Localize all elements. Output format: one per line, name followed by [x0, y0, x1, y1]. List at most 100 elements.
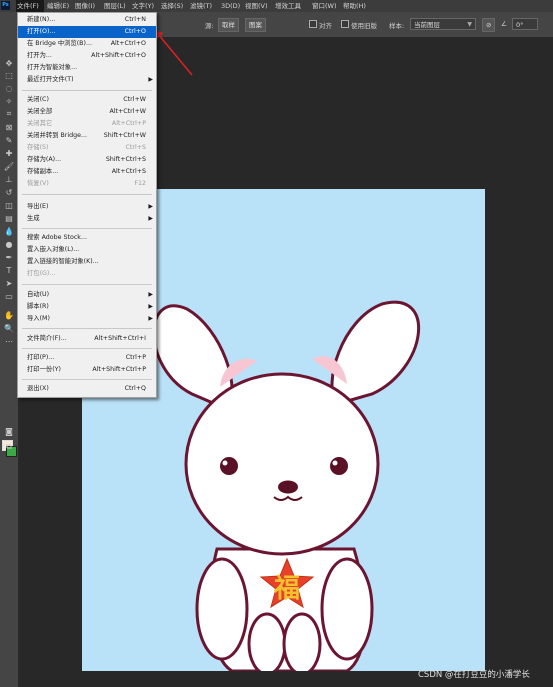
magic-wand-tool-icon[interactable]: ✧ [3, 95, 15, 107]
menu-item-file-info[interactable]: 文件简介(F)... Alt+Shift+Ctrl+I [18, 333, 156, 345]
screen-mode-icon[interactable]: ⧉ [3, 441, 15, 453]
quick-mask-icon[interactable]: ◙ [3, 425, 15, 437]
menu-item-package: 打包(G)... [27, 270, 56, 277]
menu-filter[interactable]: 滤镜(T) [190, 0, 212, 12]
menu-item-export[interactable]: 导出(E) ▶ [18, 201, 156, 213]
path-selection-tool-icon[interactable]: ➤ [3, 277, 15, 289]
rectangle-tool-icon[interactable]: ▭ [3, 290, 15, 302]
menu-item-close-others: 关闭其它 Alt+Ctrl+P [27, 120, 146, 127]
menu-item-search-stock[interactable]: 搜索 Adobe Stock... [18, 232, 156, 244]
menu-item-close-all[interactable]: 关闭全部 Alt+Ctrl+W [18, 106, 156, 118]
menu-plugins[interactable]: 增效工具 [275, 0, 301, 12]
hand-tool-icon[interactable]: ✋ [3, 309, 15, 321]
menu-item-print-one-copy[interactable]: 打印一份(Y) Alt+Shift+Ctrl+P [18, 364, 156, 376]
sample-label: 样本: [389, 22, 405, 30]
type-tool-icon[interactable]: T [3, 264, 15, 276]
angle-icon: ∠ [501, 20, 507, 28]
menu-file[interactable]: 文件(F) [16, 0, 44, 12]
zoom-tool-icon[interactable]: 🔍 [3, 322, 15, 334]
menu-item-open-smart-object[interactable]: 打开为智能对象... [18, 62, 156, 74]
right-leg [320, 557, 374, 661]
menu-separator [22, 284, 152, 285]
right-eye [330, 457, 348, 475]
menu-item-import[interactable]: 导入(M) ▶ [18, 313, 156, 325]
angle-value: 0° [516, 21, 524, 29]
submenu-arrow-icon: ▶ [148, 315, 153, 322]
dodge-tool-icon[interactable]: ● [3, 238, 15, 250]
gradient-tool-icon[interactable]: ▤ [3, 212, 15, 224]
sample-select[interactable]: 当前图层 ▼ [410, 18, 476, 30]
eyedropper-tool-icon[interactable]: ✎ [3, 134, 15, 146]
submenu-arrow-icon: ▶ [148, 291, 153, 298]
blur-tool-icon[interactable]: 💧 [3, 225, 15, 237]
menu-item-print[interactable]: 打印(P)... Ctrl+P [18, 352, 156, 364]
menu-item-close-go-bridge[interactable]: 关闭并转到 Bridge... Shift+Ctrl+W [18, 130, 156, 142]
menu-item-scripts[interactable]: 脚本(R) ▶ [18, 301, 156, 313]
menu-item-open-as[interactable]: 打开为... Alt+Shift+Ctrl+O [18, 50, 156, 62]
menu-help[interactable]: 帮助(H) [343, 0, 366, 12]
angle-input[interactable]: 0° [512, 18, 538, 30]
chevron-down-icon: ▼ [467, 21, 472, 28]
menu-layer[interactable]: 图层(L) [104, 0, 126, 12]
menu-view[interactable]: 视图(V) [245, 0, 268, 12]
watermark-text: CSDN @在打豆豆的小潘学长 [418, 670, 530, 680]
menu-item-revert: 恢复(V) F12 [27, 180, 146, 187]
legacy-checkbox[interactable] [341, 20, 349, 28]
menu-item-automate[interactable]: 自动(U) ▶ [18, 289, 156, 301]
menu-item-exit[interactable]: 退出(X) Ctrl+Q [18, 383, 156, 395]
left-leg [195, 557, 249, 661]
menu-edit[interactable]: 编辑(E) [47, 0, 69, 12]
history-brush-tool-icon[interactable]: ↺ [3, 186, 15, 198]
lasso-tool-icon[interactable]: ◌ [3, 82, 15, 94]
align-label: 对齐 [319, 22, 332, 30]
menu-item-place-linked[interactable]: 置入链接的智能对象(K)... [18, 256, 156, 268]
legacy-label: 使用旧版 [351, 22, 377, 30]
sample-select-value: 当前图层 [414, 21, 440, 29]
menu-item-open[interactable]: 打开(O)... Ctrl+O [18, 26, 156, 38]
healing-brush-tool-icon[interactable]: ✚ [3, 147, 15, 159]
clone-stamp-tool-icon[interactable]: ⊥ [3, 173, 15, 185]
eraser-tool-icon[interactable]: ◫ [3, 199, 15, 211]
right-eye-shine [332, 460, 338, 466]
menu-item-save: 存储(S) Ctrl+S [27, 144, 146, 151]
photoshop-logo[interactable]: Ps [1, 1, 10, 10]
marquee-tool-icon[interactable]: ⬚ [3, 69, 15, 81]
right-arm [282, 612, 322, 671]
menu-select[interactable]: 选择(S) [161, 0, 183, 12]
menu-item-recent-files[interactable]: 最近打开文件(T) ▶ [18, 74, 156, 86]
menu-item-save-as[interactable]: 存储为(A)... Shift+Ctrl+S [18, 154, 156, 166]
menu-type[interactable]: 文字(Y) [132, 0, 154, 12]
frame-tool-icon[interactable]: ⊠ [3, 121, 15, 133]
fu-character: 福 [273, 574, 300, 604]
ignore-adjust-layers-button[interactable]: ⊘ [482, 18, 496, 32]
menu-item-save-copy[interactable]: 存储副本... Alt+Ctrl+S [18, 166, 156, 178]
menu-window[interactable]: 窗口(W) [312, 0, 337, 12]
left-arm [247, 612, 287, 671]
file-menu-dropdown: 新建(N)... Ctrl+N 打开(O)... Ctrl+O 在 Bridge 中… [17, 12, 157, 398]
menu-item-generate[interactable]: 生成 ▶ [18, 213, 156, 225]
pen-tool-icon[interactable]: ✒ [3, 251, 15, 263]
menu-item-close[interactable]: 关闭(C) Ctrl+W [18, 94, 156, 106]
nose [278, 480, 298, 494]
more-tools-icon[interactable]: ⋯ [3, 335, 15, 347]
left-eye [220, 457, 238, 475]
sampled-button[interactable]: 取样 [218, 18, 239, 32]
menu-3d[interactable]: 3D(D) [221, 0, 240, 12]
submenu-arrow-icon: ▶ [148, 203, 153, 210]
submenu-arrow-icon: ▶ [148, 215, 153, 222]
pattern-button[interactable]: 图案 [245, 18, 266, 32]
source-label: 源: [205, 22, 214, 30]
menu-separator [22, 90, 152, 91]
menu-separator [22, 194, 152, 195]
menu-item-browse-bridge[interactable]: 在 Bridge 中浏览(B)... Alt+Ctrl+O [18, 38, 156, 50]
move-tool-icon[interactable]: ✥ [3, 57, 15, 69]
align-checkbox[interactable] [309, 20, 317, 28]
right-ear [330, 300, 421, 406]
menu-separator [22, 348, 152, 349]
menu-image[interactable]: 图像(I) [75, 0, 95, 12]
menu-item-new[interactable]: 新建(N)... Ctrl+N [18, 14, 156, 26]
brush-tool-icon[interactable]: 🖌 [3, 160, 15, 172]
menu-item-place-embedded[interactable]: 置入嵌入对象(L)... [18, 244, 156, 256]
menu-bar: Ps 文件(F) 编辑(E) 图像(I) 图层(L) 文字(Y) 选择(S) 滤… [0, 0, 553, 12]
crop-tool-icon[interactable]: ⌗ [3, 108, 15, 120]
